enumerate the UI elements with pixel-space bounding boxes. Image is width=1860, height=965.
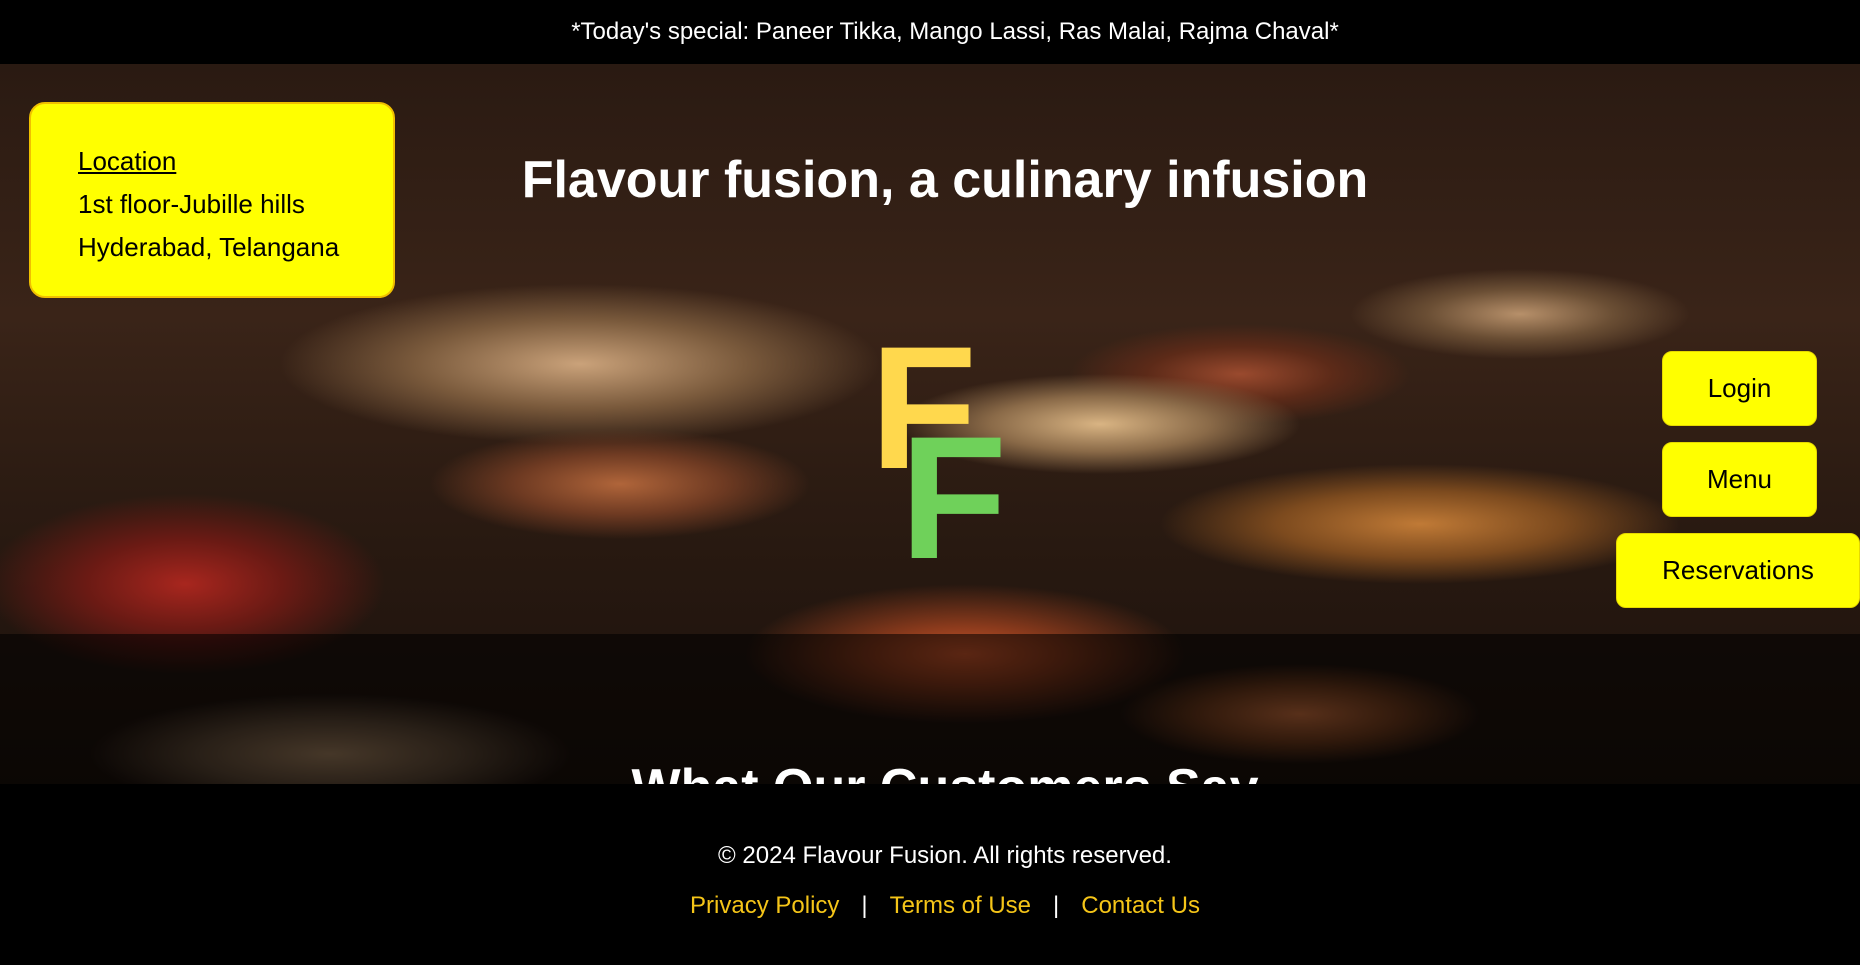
- location-address-line2: Hyderabad, Telangana: [78, 232, 340, 262]
- reservations-button[interactable]: Reservations: [1616, 533, 1860, 608]
- location-address-line1: 1st floor-Jubille hills: [78, 189, 305, 219]
- privacy-policy-link[interactable]: Privacy Policy: [690, 892, 839, 919]
- login-button[interactable]: Login: [1662, 351, 1817, 426]
- footer-separator: |: [861, 892, 868, 919]
- footer-links: Privacy Policy | Terms of Use | Contact Us: [0, 892, 1860, 920]
- terms-of-use-link[interactable]: Terms of Use: [890, 892, 1031, 919]
- location-link[interactable]: Location: [78, 140, 393, 183]
- location-card: Location 1st floor-Jubille hills Hyderab…: [29, 102, 395, 298]
- todays-special-text: *Today's special: Paneer Tikka, Mango La…: [571, 18, 1339, 45]
- todays-special-banner: *Today's special: Paneer Tikka, Mango La…: [0, 0, 1860, 64]
- restaurant-logo: F F: [870, 318, 1007, 563]
- page-footer: © 2024 Flavour Fusion. All rights reserv…: [0, 784, 1860, 965]
- menu-button[interactable]: Menu: [1662, 442, 1817, 517]
- footer-separator: |: [1053, 892, 1060, 919]
- contact-us-link[interactable]: Contact Us: [1081, 892, 1200, 919]
- copyright-text: © 2024 Flavour Fusion. All rights reserv…: [718, 842, 1172, 869]
- logo-letter-green: F: [900, 401, 1007, 563]
